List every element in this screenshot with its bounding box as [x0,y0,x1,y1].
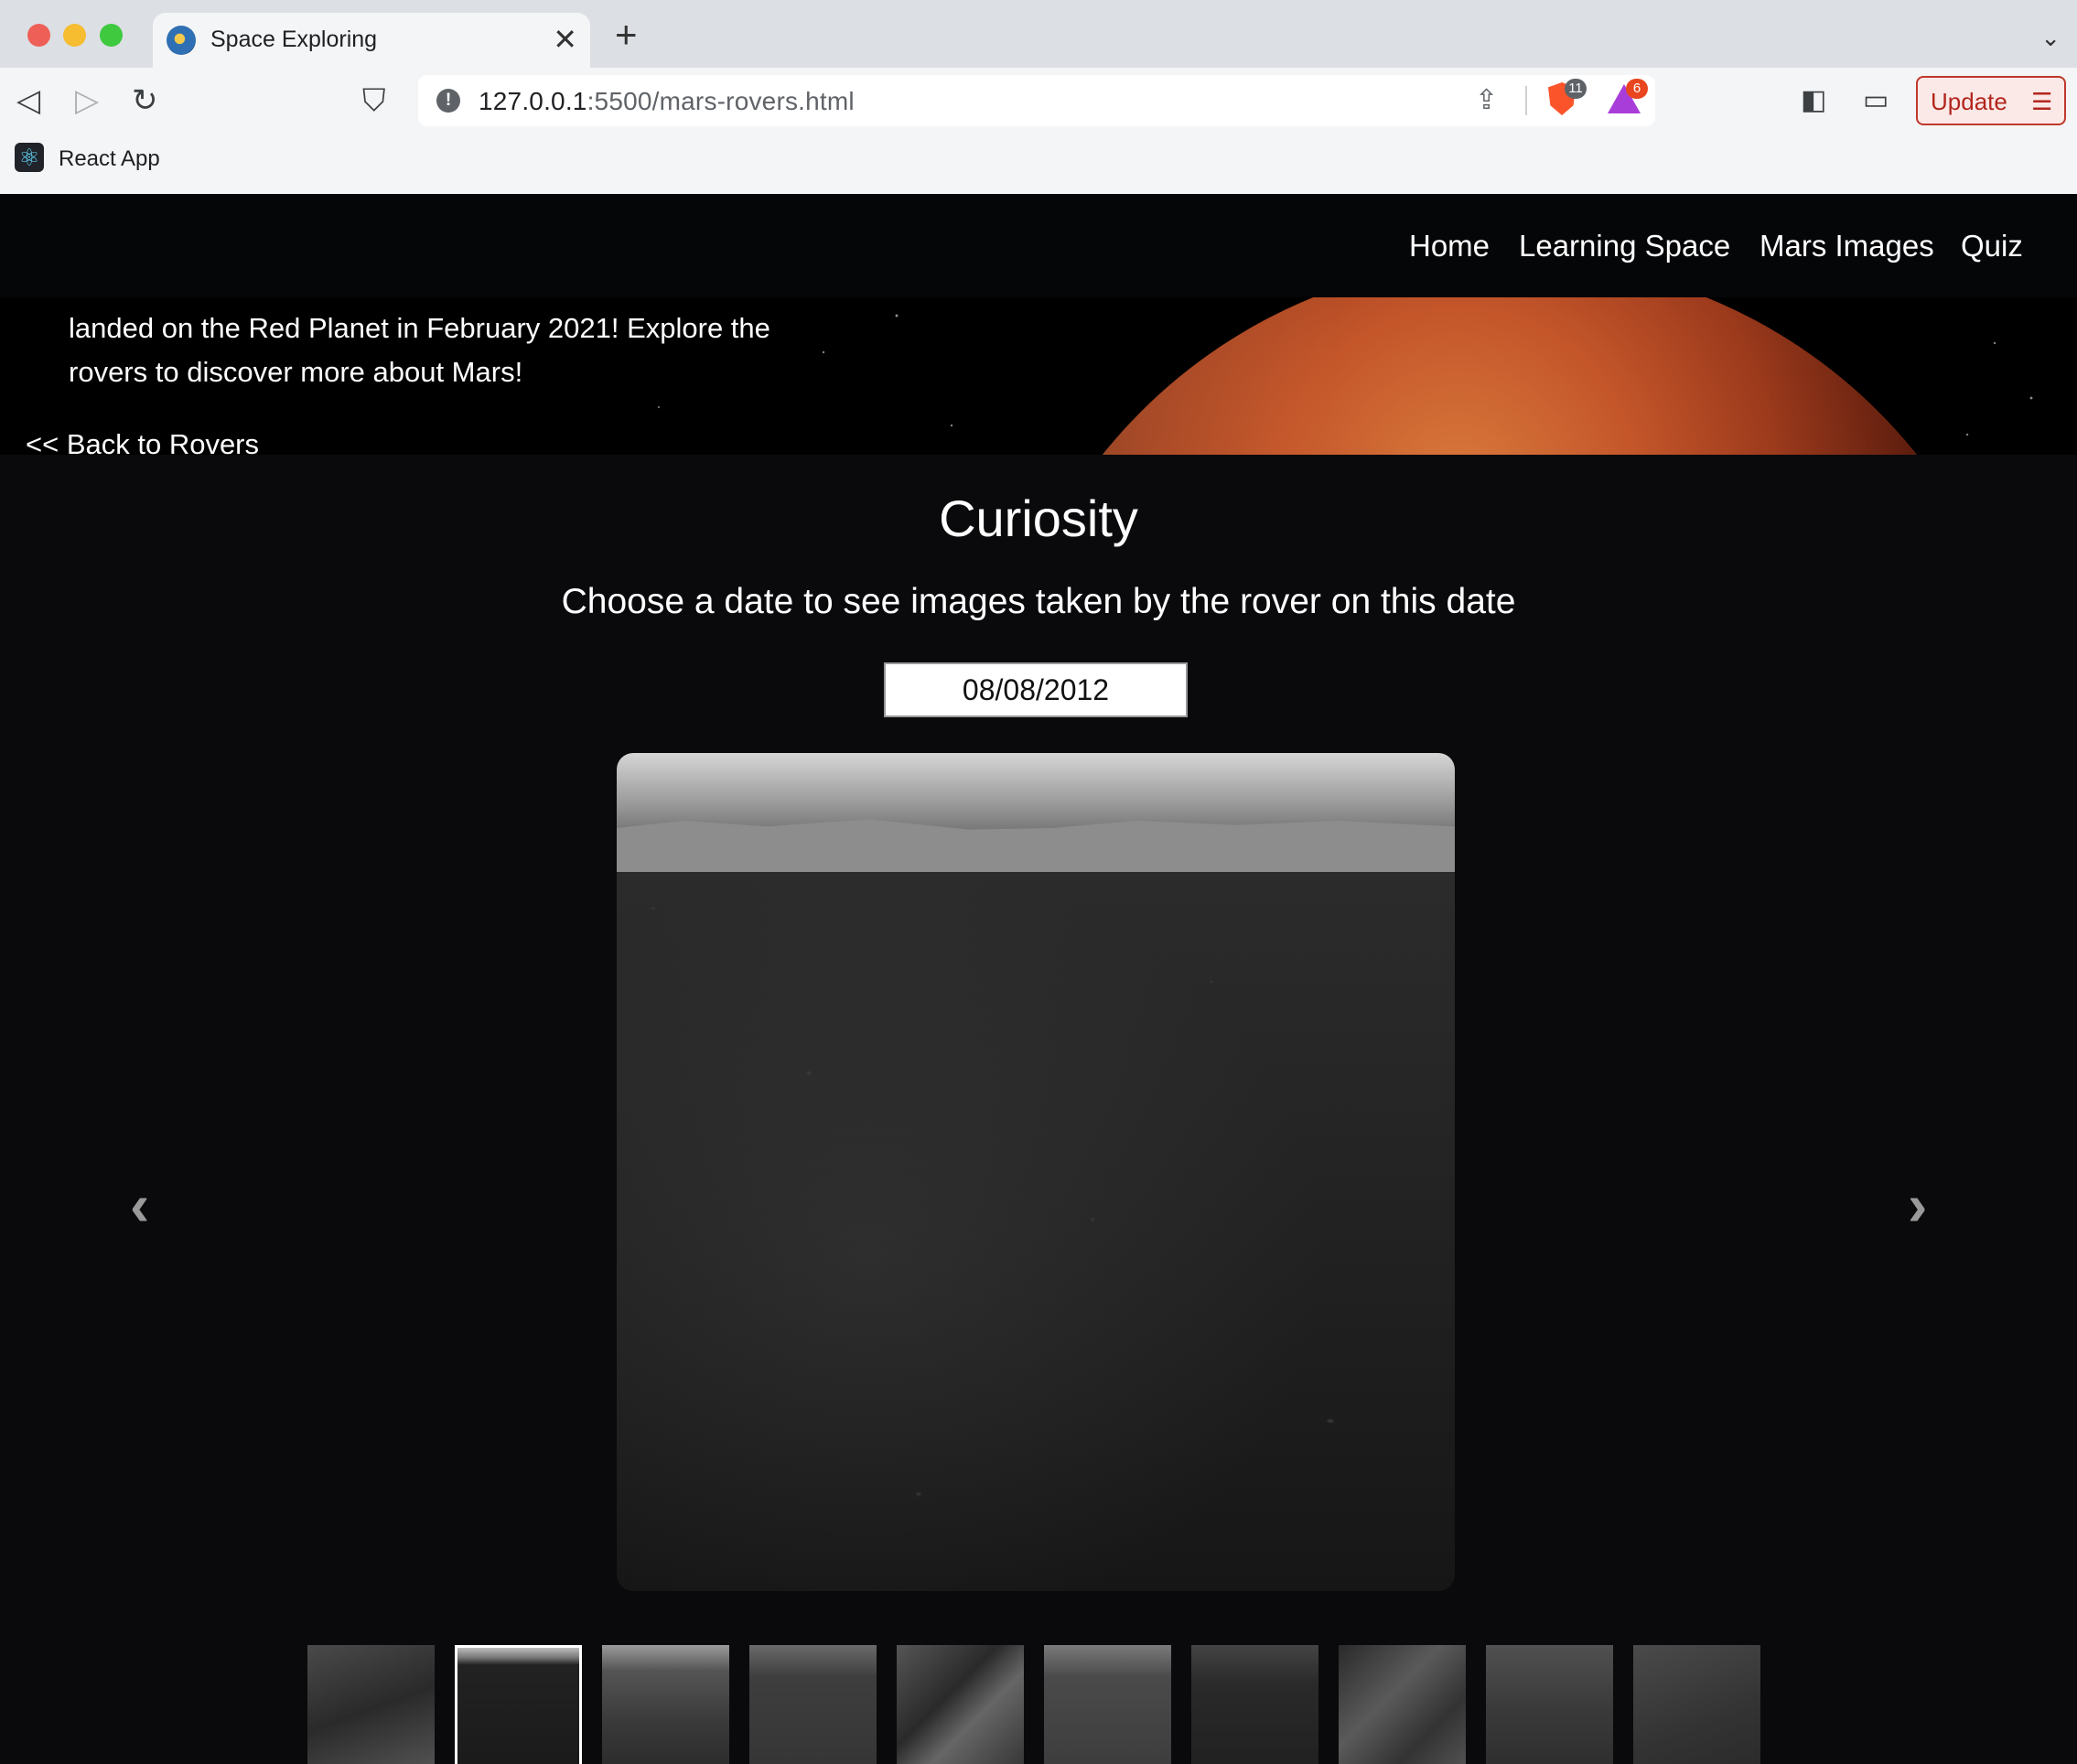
date-instruction: Choose a date to see images taken by the… [561,582,1516,621]
hero-banner: landed on the Red Planet in February 202… [0,297,2077,455]
menu-icon[interactable]: ☰ [2031,88,2052,116]
bookmark-react-app[interactable]: React App [59,146,160,172]
zoom-window-button[interactable] [100,24,123,47]
tab-close-icon[interactable]: ✕ [553,22,577,57]
nav-mars-images-link[interactable]: Mars Images [1760,229,1934,264]
back-arrow-icon[interactable]: ◁ [16,82,40,119]
update-label: Update [1931,88,2007,115]
nav-home-link[interactable]: Home [1409,229,1490,264]
divider [1525,86,1527,115]
thumbnail[interactable] [1633,1645,1760,1764]
thumbnail[interactable] [1339,1645,1466,1764]
bookmarks-bar: ⚛ React App [0,134,2077,195]
hero-line-1: landed on the Red Planet in February 202… [69,312,770,344]
shields-count-badge: 11 [1565,79,1587,99]
thumbnail[interactable] [749,1645,877,1764]
url-host: 127.0.0.1 [479,87,587,115]
chevron-right-icon[interactable]: › [1908,1176,1927,1234]
ground-texture [617,854,1455,1591]
thumbnail[interactable] [1486,1645,1613,1764]
wallet-icon[interactable]: ▭ [1863,82,1889,119]
minimize-window-button[interactable] [63,24,86,47]
chevron-left-icon[interactable]: ‹ [130,1176,149,1234]
react-logo-icon: ⚛ [15,143,44,172]
browser-toolbar: ◁ ▷ ↻ ⛉ ! 127.0.0.1:5500/mars-rovers.htm… [0,68,2077,134]
share-icon[interactable]: ⇪ [1475,84,1498,116]
page-content: Home Learning Space Mars Images Quiz lan… [0,194,2077,1764]
forward-arrow-icon[interactable]: ▷ [75,82,99,119]
thumbnail[interactable] [897,1645,1024,1764]
close-window-button[interactable] [27,24,50,47]
carousel-main-image [617,753,1455,1591]
nav-learning-space-link[interactable]: Learning Space [1519,229,1730,264]
thumbnail[interactable] [602,1645,729,1764]
thumbnail[interactable] [1044,1645,1171,1764]
bookmark-icon[interactable]: ⛉ [362,82,386,119]
hero-description: landed on the Red Planet in February 202… [69,307,770,394]
update-button[interactable]: Update ☰ [1916,76,2066,125]
site-favicon-icon [167,26,196,55]
tab-search-chevron-icon[interactable]: ⌄ [2040,24,2061,52]
thumbnail-active[interactable] [455,1645,582,1764]
site-info-icon[interactable]: ! [436,89,460,113]
rover-title: Curiosity [939,489,1138,547]
nav-quiz-link[interactable]: Quiz [1961,229,2023,264]
url-text[interactable]: 127.0.0.1:5500/mars-rovers.html [479,87,855,116]
thumbnail[interactable] [1191,1645,1318,1764]
address-bar[interactable]: ! 127.0.0.1:5500/mars-rovers.html ⇪ 11 6 [418,75,1655,126]
hero-line-2: rovers to discover more about Mars! [69,356,523,388]
thumbnail[interactable] [307,1645,435,1764]
new-tab-button[interactable]: + [615,15,638,55]
rewards-count-badge: 6 [1626,79,1648,99]
thumbnail-strip [307,1645,1766,1764]
back-to-rovers-link[interactable]: << Back to Rovers [26,428,259,455]
date-input[interactable] [884,662,1188,717]
site-navbar: Home Learning Space Mars Images Quiz [0,194,2077,297]
sidebar-icon[interactable]: ◧ [1801,82,1826,119]
reload-icon[interactable]: ↻ [132,82,158,119]
tab-title: Space Exploring [210,27,378,52]
browser-tab[interactable]: Space Exploring ✕ [153,13,590,68]
url-path: :5500/mars-rovers.html [587,87,855,115]
browser-tab-strip: Space Exploring ✕ + ⌄ [0,0,2077,68]
